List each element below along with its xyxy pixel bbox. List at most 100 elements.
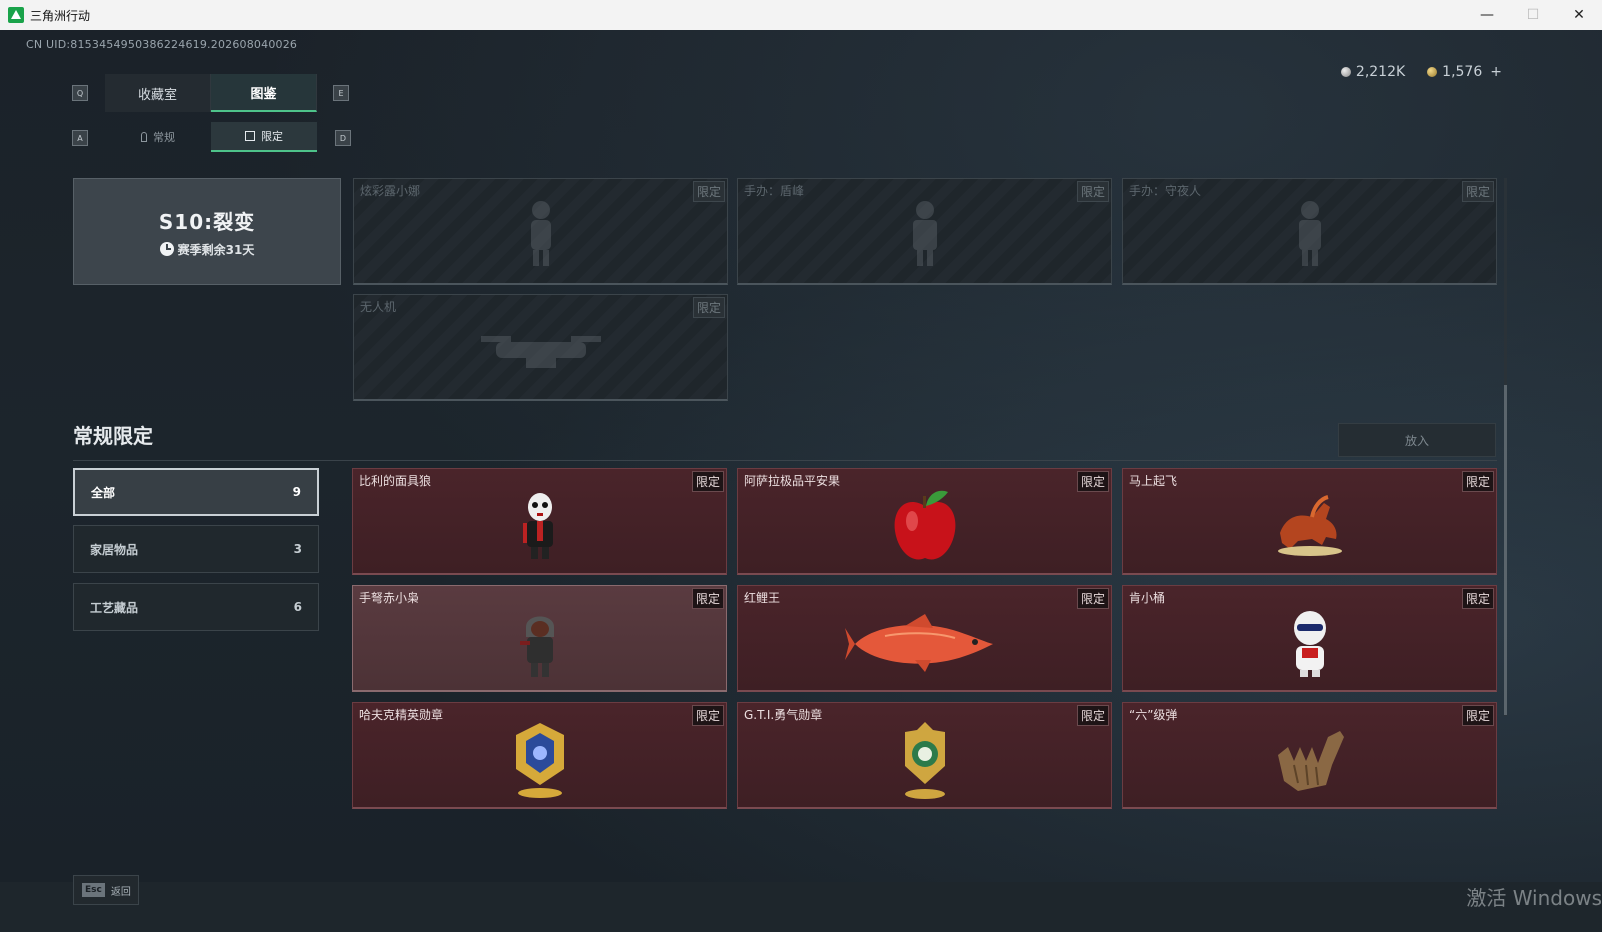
windows-activation-watermark: 激活 Windows xyxy=(1466,886,1602,910)
section-divider xyxy=(73,460,1497,461)
collectible-card[interactable]: 肯小桶 限定 xyxy=(1122,585,1497,692)
card-name: 肯小桶 xyxy=(1129,591,1166,605)
tab-next-key[interactable]: E xyxy=(333,85,349,101)
sub-tabs: 常规 限定 xyxy=(105,122,317,152)
collectible-card[interactable]: 哈夫克精英勋章 限定 xyxy=(352,702,727,809)
collectible-card[interactable]: 红鲤王 限定 xyxy=(737,585,1112,692)
filter-craft-collectibles[interactable]: 工艺藏品 6 xyxy=(73,583,319,631)
esc-key: Esc xyxy=(82,883,105,897)
silver-currency: 2,212K xyxy=(1340,64,1406,80)
uid-label: CN UID:8153454950386224619.202608040026 xyxy=(26,38,298,51)
hooded-figure-icon xyxy=(519,616,554,678)
card-name: 手弩赤小枭 xyxy=(359,591,420,605)
silver-amount: 2,212K xyxy=(1355,64,1406,80)
season-item-card[interactable]: 无人机 限定 xyxy=(353,294,728,401)
limited-tag: 限定 xyxy=(1076,588,1109,609)
card-name: 哈夫克精英勋章 xyxy=(359,708,444,722)
limited-tag: 限定 xyxy=(1076,705,1109,726)
card-name: 比利的面具狼 xyxy=(359,474,432,488)
card-name: “六”级弹 xyxy=(1129,708,1178,722)
subtab-limited-label: 限定 xyxy=(261,130,283,143)
scrollbar-thumb[interactable] xyxy=(1504,385,1507,715)
subtab-next-key[interactable]: D xyxy=(335,130,351,146)
collectible-card[interactable]: 手弩赤小枭 限定 xyxy=(352,585,727,692)
filter-label: 全部 xyxy=(91,485,116,500)
glove-hand-icon xyxy=(1277,731,1344,792)
chibi-figure-icon xyxy=(1293,611,1326,678)
season-item-card[interactable]: 炫彩露小娜 限定 xyxy=(353,178,728,285)
maximize-button[interactable]: ☐ xyxy=(1510,0,1556,30)
add-currency-button[interactable]: + xyxy=(1490,64,1502,80)
subtab-regular[interactable]: 常规 xyxy=(105,122,211,152)
limited-tag: 限定 xyxy=(1076,471,1109,492)
filter-label: 工艺藏品 xyxy=(90,600,139,615)
courage-medal-icon xyxy=(904,722,945,800)
collectible-card[interactable]: 马上起飞 限定 xyxy=(1122,468,1497,575)
tab-catalog[interactable]: 图鉴 xyxy=(211,74,317,112)
apple-icon xyxy=(894,490,955,560)
tab-prev-key[interactable]: Q xyxy=(72,85,88,101)
image-icon xyxy=(245,131,255,141)
window-title: 三角洲行动 xyxy=(30,8,91,23)
card-name: 炫彩露小娜 xyxy=(360,184,421,198)
window-controls: — ☐ ✕ xyxy=(1464,0,1602,30)
limited-tag: 限定 xyxy=(1076,181,1109,202)
window-titlebar: 三角洲行动 — ☐ ✕ xyxy=(0,0,1602,30)
limited-tag: 限定 xyxy=(691,471,724,492)
subtab-prev-key[interactable]: A xyxy=(72,130,88,146)
limited-tag: 限定 xyxy=(1461,471,1494,492)
gold-coin-icon xyxy=(1427,67,1438,77)
limited-tag: 限定 xyxy=(1461,705,1494,726)
section-title: 常规限定 xyxy=(73,424,153,448)
place-button[interactable]: 放入 xyxy=(1338,423,1496,457)
card-name: 手办：守夜人 xyxy=(1129,184,1202,198)
main-tabs: 收藏室 图鉴 xyxy=(105,74,317,112)
filter-home-items[interactable]: 家居物品 3 xyxy=(73,525,319,573)
figure-silhouette-icon xyxy=(1298,201,1321,267)
filter-count: 3 xyxy=(293,542,302,556)
subtab-limited[interactable]: 限定 xyxy=(211,122,317,152)
hand-icon xyxy=(141,132,147,142)
subtab-regular-label: 常规 xyxy=(153,131,175,144)
card-name: 马上起飞 xyxy=(1129,474,1178,488)
limited-tag: 限定 xyxy=(691,588,724,609)
limited-tag: 限定 xyxy=(691,705,724,726)
bottom-bar xyxy=(0,882,1602,932)
gold-amount: 1,576 xyxy=(1442,64,1483,80)
filter-all[interactable]: 全部 9 xyxy=(73,468,319,516)
collectible-card[interactable]: “六”级弹 限定 xyxy=(1122,702,1497,809)
season-remaining: 赛季剩余31天 xyxy=(159,241,254,258)
season-item-card[interactable]: 手办：守夜人 限定 xyxy=(1122,178,1497,285)
card-name: 阿萨拉极品平安果 xyxy=(744,474,841,488)
medal-icon xyxy=(515,723,564,799)
back-button[interactable]: Esc 返回 xyxy=(73,875,139,905)
limited-tag: 限定 xyxy=(1461,181,1494,202)
currency-bar: 2,212K 1,576 + xyxy=(1340,64,1502,80)
horse-sculpture-icon xyxy=(1277,495,1342,557)
card-name: G.T.I.勇气勋章 xyxy=(744,708,823,722)
figure-silhouette-icon xyxy=(530,201,551,267)
card-name: 无人机 xyxy=(360,300,397,314)
card-name: 红鲤王 xyxy=(744,591,781,605)
limited-tag: 限定 xyxy=(692,297,725,318)
collectible-card[interactable]: 比利的面具狼 限定 xyxy=(352,468,727,575)
close-button[interactable]: ✕ xyxy=(1556,0,1602,30)
back-label: 返回 xyxy=(110,886,131,898)
drone-silhouette-icon xyxy=(480,336,601,369)
season-title: S10:裂变 xyxy=(158,209,256,234)
season-card[interactable]: S10:裂变 赛季剩余31天 xyxy=(73,178,341,285)
clock-icon xyxy=(159,242,174,256)
mask-figure-icon xyxy=(522,493,553,560)
gold-currency: 1,576 + xyxy=(1427,64,1502,80)
collectible-card[interactable]: 阿萨拉极品平安果 限定 xyxy=(737,468,1112,575)
carp-fish-icon xyxy=(844,614,993,673)
collectible-card[interactable]: G.T.I.勇气勋章 限定 xyxy=(737,702,1112,809)
minimize-button[interactable]: — xyxy=(1464,0,1510,30)
season-item-card[interactable]: 手办：盾峰 限定 xyxy=(737,178,1112,285)
silver-coin-icon xyxy=(1340,67,1351,77)
filter-count: 9 xyxy=(292,485,301,499)
tab-collection-room[interactable]: 收藏室 xyxy=(105,74,211,112)
card-name: 手办：盾峰 xyxy=(744,184,805,198)
limited-tag: 限定 xyxy=(692,181,725,202)
limited-tag: 限定 xyxy=(1461,588,1494,609)
